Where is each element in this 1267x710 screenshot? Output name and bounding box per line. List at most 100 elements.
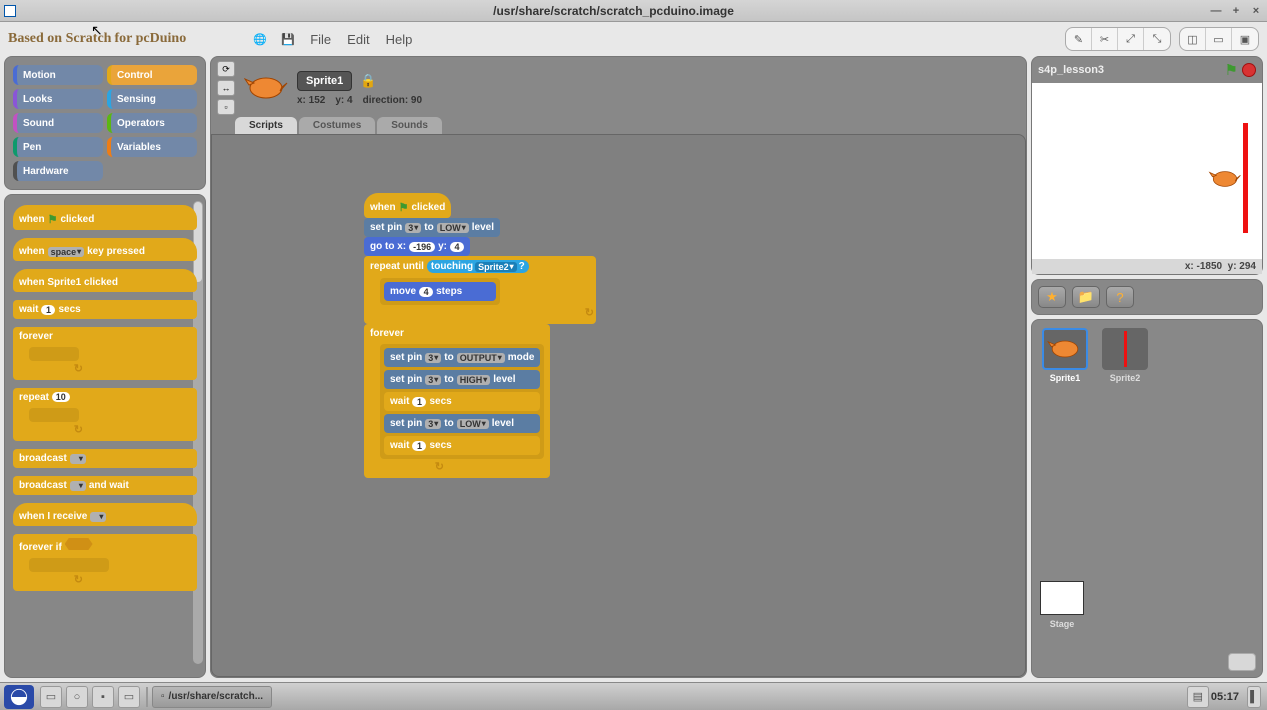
taskbar: ▭ ○ ▪ ▭ ▫/usr/share/scratch... ▤ 05:17 ▌ [0,682,1267,710]
tab-costumes[interactable]: Costumes [299,117,375,134]
stage-thumb[interactable]: Stage [1040,581,1084,629]
rotate-free-button[interactable]: ⟳ [217,61,235,77]
sprite-direction: direction: 90 [363,95,422,106]
block-when-receive[interactable]: when I receive [13,503,197,526]
sprite-header: ⟳ ↔ ▫ Sprite1 🔒 x: 152 [211,57,1026,119]
save-icon[interactable]: 💾 [277,28,299,50]
green-flag-button[interactable]: ⚑ [1225,61,1238,79]
shrink-icon[interactable]: ⤡ [1144,28,1170,50]
sprite-name-field[interactable]: Sprite1 [297,71,352,91]
sprite1-thumb[interactable]: Sprite1 [1040,328,1090,383]
script-setpin-high[interactable]: set pin3toHIGHlevel [384,370,540,389]
category-sensing[interactable]: Sensing [107,89,197,109]
taskbar-files-icon[interactable]: ▭ [40,686,62,708]
category-motion[interactable]: Motion [13,65,103,85]
taskbar-task[interactable]: ▫/usr/share/scratch... [152,686,272,708]
sprite-list: Sprite1 Sprite2 Stage [1031,319,1263,678]
taskbar-tray-icon[interactable]: ▤ [1187,686,1209,708]
view-medium-icon[interactable]: ▭ [1206,28,1232,50]
stop-button[interactable] [1242,63,1256,77]
script-setpin-low-1[interactable]: set pin3toLOWlevel [364,218,500,237]
block-repeat[interactable]: repeat 10 [13,388,197,441]
view-present-icon[interactable]: ▣ [1232,28,1258,50]
block-when-sprite-clicked[interactable]: when Sprite1 clicked [13,269,197,292]
scissors-icon[interactable]: ✂ [1092,28,1118,50]
tool-group-view: ◫ ▭ ▣ [1179,27,1259,51]
brand-sub: for pcDuino [115,31,187,46]
taskbar-desktop-icon[interactable]: ▌ [1247,686,1261,708]
maximize-button[interactable]: + [1229,4,1243,18]
block-forever[interactable]: forever [13,327,197,380]
sprite2-on-stage[interactable] [1243,123,1248,233]
language-icon[interactable]: 🌐 [249,28,271,50]
touching-reporter[interactable]: touchingSprite2? [427,260,529,273]
stage-canvas[interactable] [1032,83,1262,259]
taskbar-clock: 05:17 [1211,691,1239,703]
sprite-rotation-tools: ⟳ ↔ ▫ [217,61,235,115]
tab-sounds[interactable]: Sounds [377,117,442,134]
block-broadcast-wait[interactable]: broadcast and wait [13,476,197,495]
category-hardware[interactable]: Hardware [13,161,103,181]
sprite2-thumb[interactable]: Sprite2 [1100,328,1150,383]
menu-edit[interactable]: Edit [347,32,369,47]
category-variables[interactable]: Variables [107,137,197,157]
script-when-flag-clicked[interactable]: whenclicked [364,193,451,218]
stage-coords: x: -1850 y: 294 [1032,259,1262,274]
menu-help[interactable]: Help [386,32,413,47]
script-stack[interactable]: whenclicked set pin3toLOWlevel go to x:-… [364,193,596,478]
category-operators[interactable]: Operators [107,113,197,133]
menu-file[interactable]: File [310,32,331,47]
script-setpin-mode[interactable]: set pin3toOUTPUTmode [384,348,540,367]
taskbar-terminal-icon[interactable]: ▪ [92,686,114,708]
grow-icon[interactable]: ⤢ [1118,28,1144,50]
rotate-none-button[interactable]: ▫ [217,99,235,115]
sprite-preview [241,68,291,108]
close-button[interactable]: × [1249,4,1263,18]
taskbar-browser-icon[interactable]: ○ [66,686,88,708]
paint-sprite-button[interactable]: ★ [1038,286,1066,308]
project-title: s4p_lesson3 [1038,64,1225,76]
stage-panel: s4p_lesson3 ⚑ x: -1850 y: 294 [1031,56,1263,275]
tab-scripts[interactable]: Scripts [235,117,297,134]
window-title: /usr/share/scratch/scratch_pcduino.image [24,4,1203,18]
surprise-sprite-button[interactable]: ? [1106,286,1134,308]
rotate-flip-button[interactable]: ↔ [217,80,235,96]
script-wait-1[interactable]: wait1secs [384,392,540,411]
block-wait[interactable]: wait1secs [13,300,197,319]
brand: Based on Scratch for pcDuino [8,32,186,46]
block-forever-if[interactable]: forever if [13,534,197,591]
brand-main: Based on Scratch [8,31,111,46]
block-when-key-pressed[interactable]: whenspacekey pressed [13,238,197,261]
flag-icon [399,201,409,214]
new-sprite-tools: ★ 📁 ? [1032,280,1262,314]
tool-group-edit: ✎ ✂ ⤢ ⤡ [1065,27,1171,51]
category-control[interactable]: Control [107,65,197,85]
script-forever[interactable]: forever set pin3toOUTPUTmode set pin3toH… [364,324,550,478]
script-repeat-until[interactable]: repeat until touchingSprite2? move4steps [364,256,596,324]
stamp-icon[interactable]: ✎ [1066,28,1092,50]
flag-icon [48,213,58,226]
script-setpin-low-2[interactable]: set pin3toLOWlevel [384,414,540,433]
scripts-area[interactable]: whenclicked set pin3toLOWlevel go to x:-… [211,134,1026,677]
category-pen[interactable]: Pen [13,137,103,157]
window-titlebar: /usr/share/scratch/scratch_pcduino.image… [0,0,1267,22]
category-looks[interactable]: Looks [13,89,103,109]
app-icon [4,5,16,17]
script-wait-2[interactable]: wait1secs [384,436,540,455]
block-broadcast[interactable]: broadcast [13,449,197,468]
tabs: Scripts Costumes Sounds [211,117,1026,134]
categories-panel: Motion Control Looks Sensing Sound Opera… [4,56,206,190]
block-when-flag-clicked[interactable]: whenclicked [13,205,197,230]
sprite-y: y: 4 [335,95,352,106]
sprite1-on-stage[interactable] [1208,168,1242,193]
resize-grip[interactable] [1228,653,1256,671]
lock-icon[interactable]: 🔒 [360,73,376,89]
minimize-button[interactable]: — [1209,4,1223,18]
taskbar-minimize-icon[interactable]: ▭ [118,686,140,708]
script-goto-xy[interactable]: go to x:-196y:4 [364,237,470,256]
start-button[interactable] [4,685,34,709]
script-move[interactable]: move4steps [384,282,496,301]
import-sprite-button[interactable]: 📁 [1072,286,1100,308]
view-small-icon[interactable]: ◫ [1180,28,1206,50]
category-sound[interactable]: Sound [13,113,103,133]
